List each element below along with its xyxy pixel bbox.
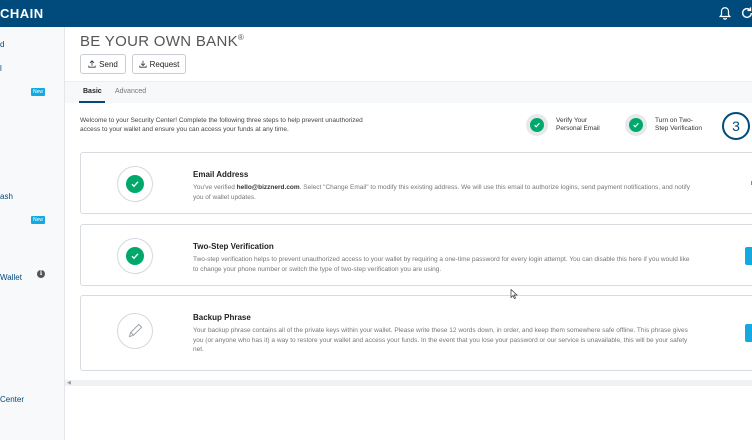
backup-phrase-card: Backup Phrase Your backup phrase contain… [80,295,752,371]
check-icon [633,122,639,128]
card-description: You've verified hello@bizznerd.com. Sele… [193,184,691,201]
pencil-icon [128,323,143,338]
brand-logo[interactable]: CHAIN [0,6,44,21]
upload-icon [88,60,96,68]
step-2-label[interactable]: Turn on Two- Step Verification [655,117,702,133]
new-badge: New [31,216,45,224]
two-step-status-badge [117,238,153,274]
sidebar-item-security-center[interactable]: Center [0,395,24,404]
sidebar-item-wallet[interactable]: l [0,64,2,73]
card-title: Backup Phrase [193,313,251,322]
info-icon[interactable]: i [37,270,45,278]
backup-funds-button[interactable] [745,324,752,342]
step-3-number[interactable]: 3 [722,112,750,140]
step-1-label[interactable]: Verify Your Personal Email [556,117,600,133]
step-1-status [526,114,548,136]
send-button-label: Send [99,59,118,69]
active-tab-indicator [79,101,105,103]
bell-icon[interactable] [718,6,732,20]
welcome-text: Welcome to your Security Center! Complet… [80,117,363,133]
request-button[interactable]: Request [132,54,186,74]
email-status-badge [117,166,153,202]
sidebar: d l New ash New Wallet i Center [0,27,65,440]
send-button[interactable]: Send [80,54,126,74]
sidebar-item-cash[interactable]: ash [0,192,13,201]
disable-two-step-button[interactable] [745,247,752,265]
registered-mark: ® [237,33,245,42]
tab-basic[interactable]: Basic [83,88,102,95]
top-bar: CHAIN [0,0,752,27]
download-icon [138,60,147,68]
request-button-label: Request [149,59,180,69]
page-title-text: BE YOUR OWN BANK [80,33,238,50]
check-icon [131,181,139,188]
sidebar-item-wallet-info[interactable]: Wallet [0,273,22,282]
sidebar-item-dashboard[interactable]: d [0,40,4,49]
horizontal-scrollbar[interactable] [65,380,752,386]
card-description: Your backup phrase contains all of the p… [193,327,688,353]
card-title: Email Address [193,170,249,179]
card-title: Two-Step Verification [193,242,274,251]
email-address-card: Email Address You've verified hello@bizz… [80,152,752,214]
mouse-cursor-icon [510,289,518,299]
backup-phrase-status-badge [117,313,153,349]
check-icon [131,253,139,260]
new-badge: New [31,88,45,96]
page-title: BE YOUR OWN BANK® [80,33,244,50]
two-step-verification-card: Two-Step Verification Two-step verificat… [80,224,752,286]
step-2-status [625,114,647,136]
tabs-bar: Basic Advanced [65,81,752,103]
scroll-left-arrow-icon[interactable]: ◀ [67,380,71,386]
check-icon [534,122,540,128]
verified-email: hello@bizznerd.com [236,184,300,191]
tab-advanced[interactable]: Advanced [115,88,146,95]
card-description: Two-step verification helps to prevent u… [193,256,690,273]
refresh-icon[interactable] [740,6,752,20]
